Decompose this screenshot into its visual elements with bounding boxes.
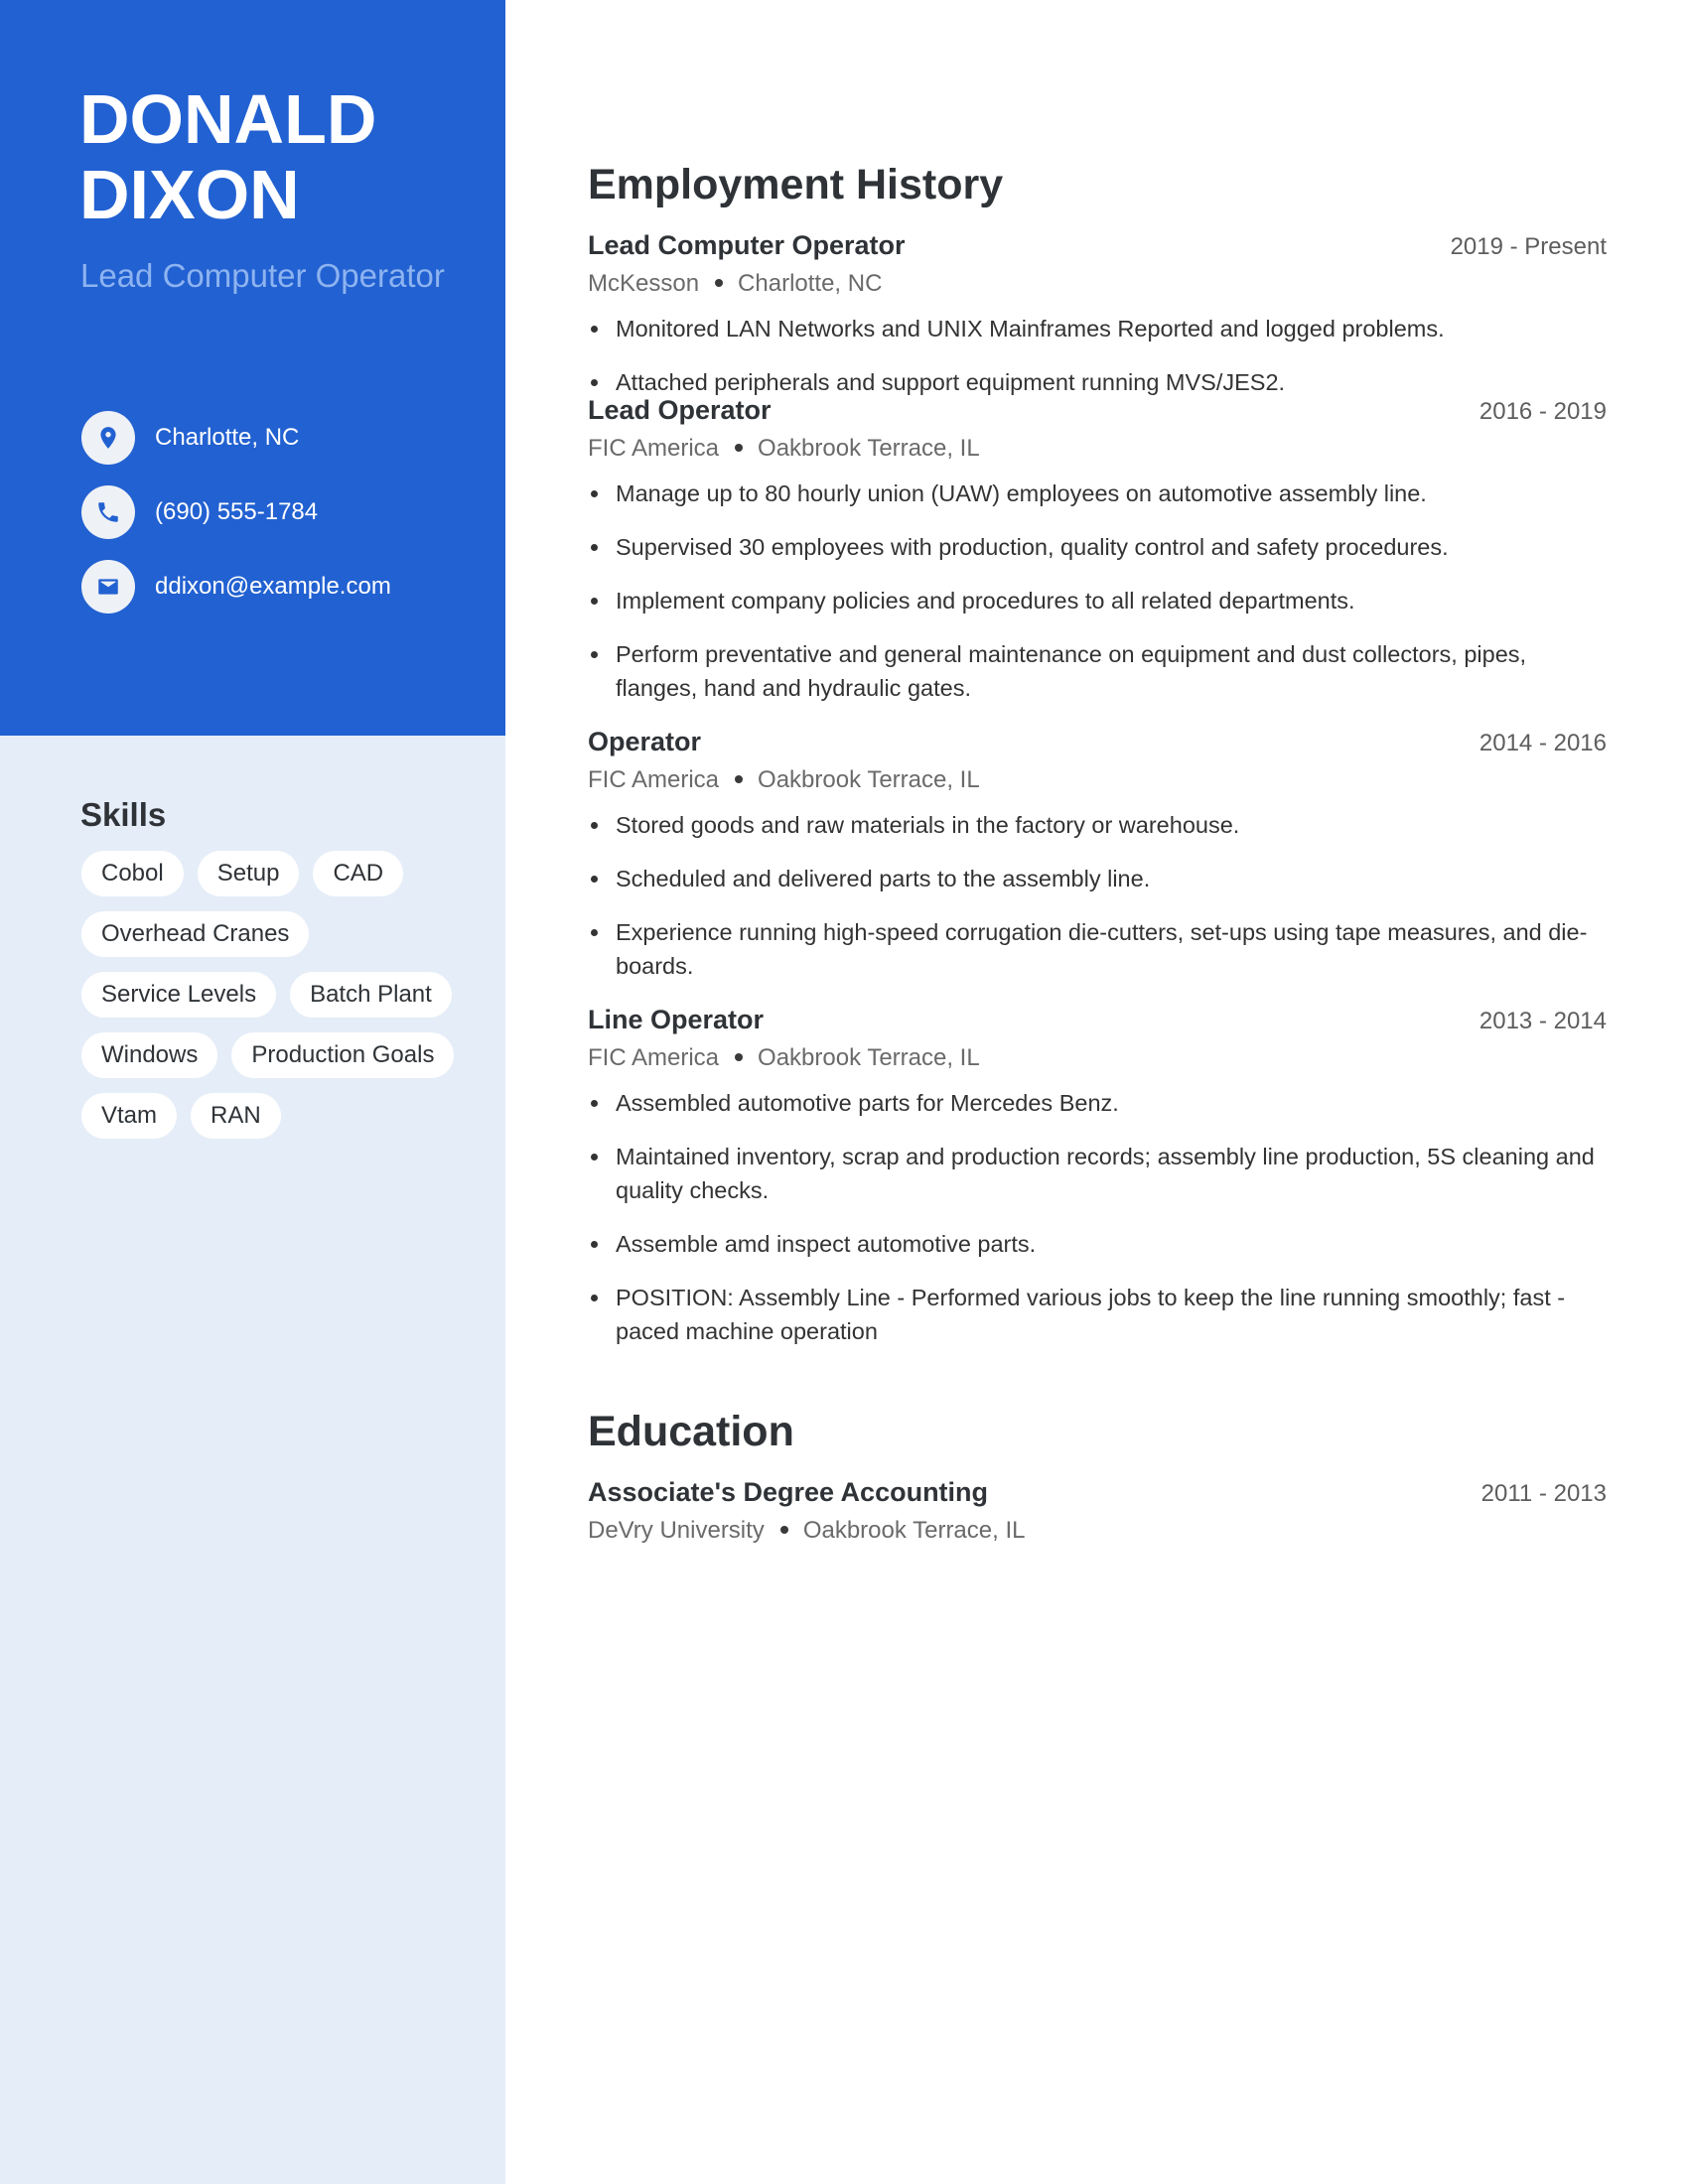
email-icon [81,560,135,614]
job-headline: Lead Computer Operator [80,257,445,294]
skill-tag: RAN [191,1093,281,1139]
job-bullets: Stored goods and raw materials in the fa… [588,808,1607,983]
bullet-item: Manage up to 80 hourly union (UAW) emplo… [588,477,1607,510]
location-pin-icon [81,411,135,465]
company-name: McKesson [588,270,700,297]
job-employer: FIC America Oakbrook Terrace, IL [588,762,1607,798]
education-section: Education Associate's Degree Accounting … [588,1404,1607,1549]
separator-dot [735,1053,744,1062]
company-name: FIC America [588,766,720,793]
bullet-item: Assembled automotive parts for Mercedes … [588,1086,1607,1120]
skill-tag: Service Levels [81,972,277,1018]
job-entry: Lead Operator 2016 - 2019 FIC America Oak… [588,393,1607,705]
job-entry: Line Operator 2013 - 2014 FIC America Oak… [588,1003,1607,1348]
contact-phone-text: (690) 555-1784 [155,498,319,525]
candidate-name: DONALD DIXON [79,81,477,232]
bullet-item: Assemble amd inspect automotive parts. [588,1227,1607,1261]
separator-dot [735,444,744,453]
contact-email-text: ddixon@example.com [155,573,391,600]
bullet-item: Scheduled and delivered parts to the ass… [588,862,1607,895]
skills-list: Cobol Setup CAD Overhead Cranes Service … [81,851,479,1139]
separator-dot [735,775,744,784]
contact-location-text: Charlotte, NC [155,424,300,451]
bullet-item: Perform preventative and general mainten… [588,637,1607,705]
bullet-item: Maintained inventory, scrap and producti… [588,1140,1607,1207]
sidebar-header: DONALD DIXON Lead Computer Operator Char… [0,0,505,736]
bullet-item: Experience running high-speed corrugatio… [588,915,1607,983]
first-name: DONALD [79,80,377,158]
job-bullets: Manage up to 80 hourly union (UAW) emplo… [588,477,1607,705]
employment-heading: Employment History [588,161,1004,208]
main-content: Employment History Lead Computer Operato… [588,157,1607,1549]
job-dates: 2013 - 2014 [1478,1008,1607,1034]
education-entry: Associate's Degree Accounting 2011 - 201… [588,1475,1607,1549]
job-title: Operator [588,727,702,756]
contact-phone: (690) 555-1784 [81,485,498,539]
company-name: FIC America [588,1044,720,1071]
job-title: Lead Operator [588,395,772,425]
skill-tag: Cobol [81,851,184,896]
phone-icon [81,485,135,539]
skill-tag: Windows [81,1032,218,1078]
job-dates: 2014 - 2016 [1478,730,1607,756]
sidebar: DONALD DIXON Lead Computer Operator Char… [0,0,505,2184]
bullet-item: Implement company policies and procedure… [588,584,1607,617]
bullet-item: Supervised 30 employees with production,… [588,530,1607,564]
company-name: FIC America [588,435,720,462]
job-location: Oakbrook Terrace, IL [758,1044,980,1071]
contact-email: ddixon@example.com [81,560,498,614]
skill-tag: Overhead Cranes [81,911,310,957]
job-bullets: Assembled automotive parts for Mercedes … [588,1086,1607,1348]
degree-title: Associate's Degree Accounting [588,1477,989,1507]
skill-tag: Setup [197,851,300,896]
school-location: Oakbrook Terrace, IL [802,1517,1026,1544]
job-entry: Operator 2014 - 2016 FIC America Oakbrook… [588,725,1607,983]
contact-location: Charlotte, NC [81,411,498,465]
job-location: Oakbrook Terrace, IL [758,766,980,793]
skill-tag: CAD [313,851,404,896]
bullet-item: Monitored LAN Networks and UNIX Mainfram… [588,312,1607,345]
school-name: DeVry University [588,1517,765,1544]
job-dates: 2016 - 2019 [1478,398,1607,425]
separator-dot [715,279,724,288]
separator-dot [779,1526,788,1535]
skills-heading: Skills [80,796,167,833]
skill-tag: Production Goals [231,1032,455,1078]
job-employer: FIC America Oakbrook Terrace, IL [588,431,1607,467]
skill-tag: Vtam [81,1093,178,1139]
job-employer: FIC America Oakbrook Terrace, IL [588,1040,1607,1076]
job-employer: McKesson Charlotte, NC [588,266,1607,302]
bullet-item: POSITION: Assembly Line - Performed vari… [588,1281,1607,1348]
bullet-item: Stored goods and raw materials in the fa… [588,808,1607,842]
skill-tag: Batch Plant [290,972,452,1018]
job-title: Line Operator [588,1005,765,1034]
job-dates: 2019 - Present [1450,233,1607,260]
job-location: Charlotte, NC [738,270,883,297]
education-dates: 2011 - 2013 [1480,1480,1607,1507]
job-entry: Lead Computer Operator 2019 - Present Mc… [588,228,1607,399]
last-name: DIXON [79,156,300,233]
education-heading: Education [588,1408,794,1455]
job-location: Oakbrook Terrace, IL [758,435,980,462]
education-school: DeVry University Oakbrook Terrace, IL [588,1513,1607,1549]
job-title: Lead Computer Operator [588,230,906,260]
employment-section: Employment History Lead Computer Operato… [588,157,1607,1348]
job-bullets: Monitored LAN Networks and UNIX Mainfram… [588,312,1607,399]
